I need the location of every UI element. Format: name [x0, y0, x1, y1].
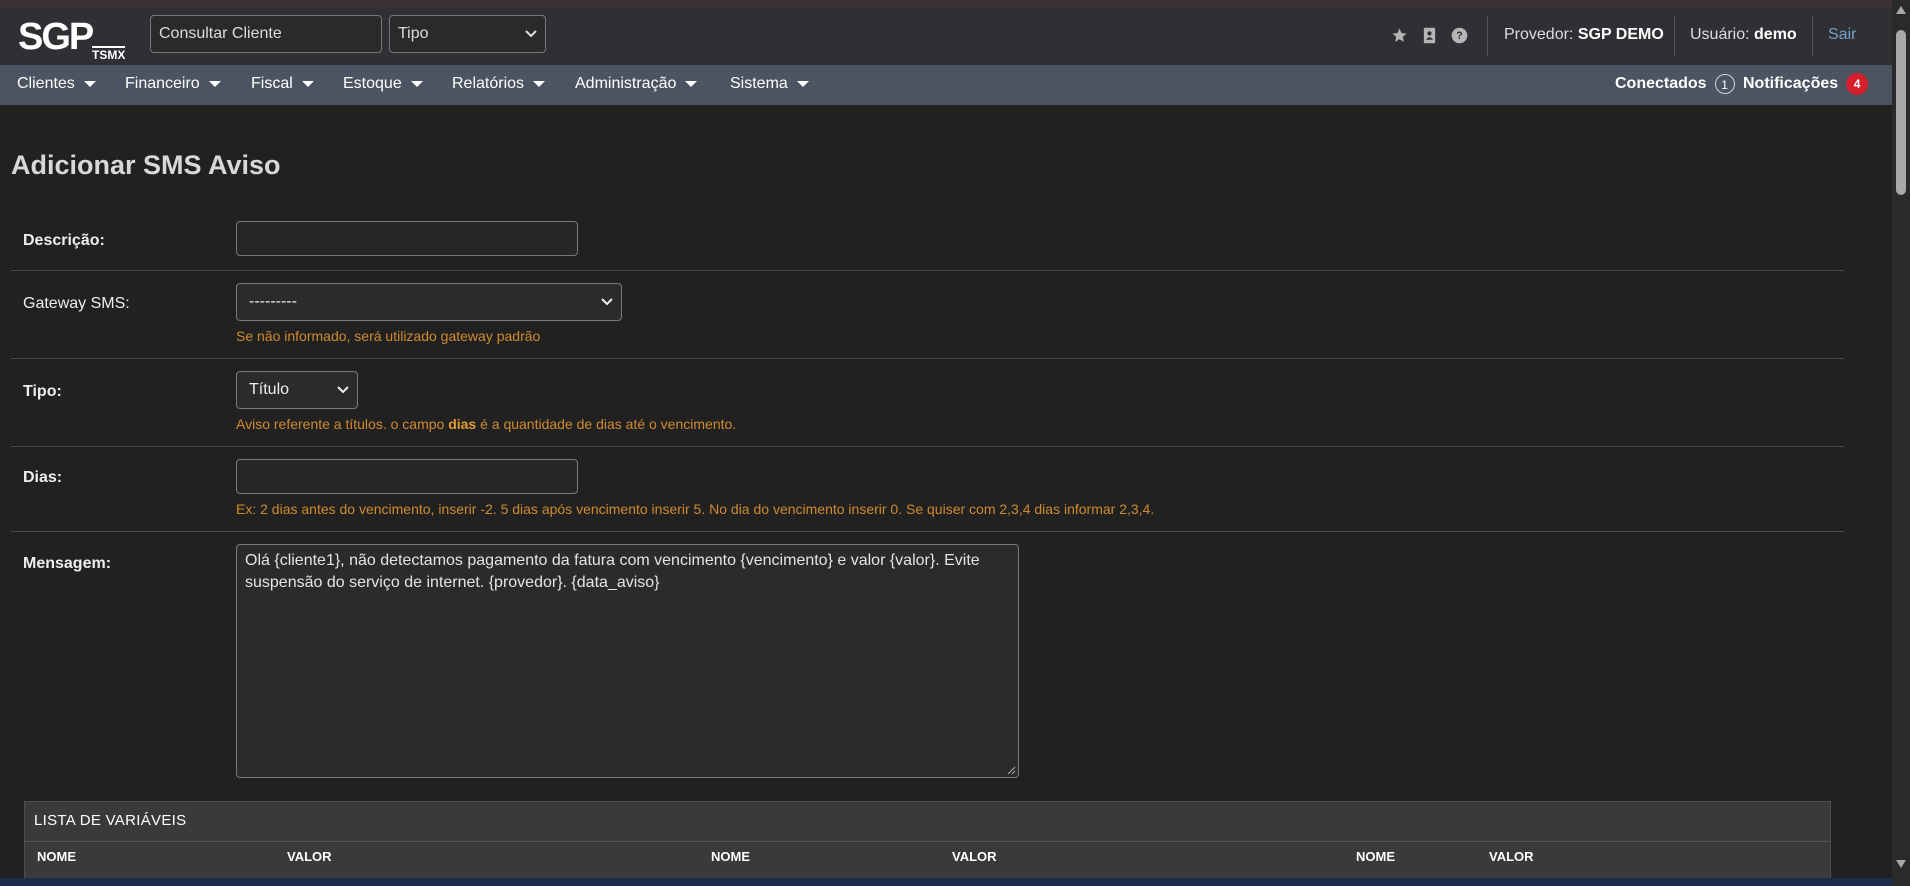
nav-relatorios[interactable]: Relatórios	[452, 65, 546, 105]
column-header-valor: VALOR	[1489, 849, 1534, 864]
scrollbar-thumb[interactable]	[1896, 30, 1906, 195]
chevron-down-icon	[601, 298, 613, 306]
main-navigation: Clientes Financeiro Fiscal Estoque Relat…	[0, 65, 1892, 105]
sgp-logo[interactable]: SGP TSMX	[18, 16, 128, 62]
caret-down-icon	[796, 80, 809, 87]
tipo-help-text: Aviso referente a títulos. o campo dias …	[236, 416, 736, 432]
form-row-descricao: Descrição:	[11, 208, 1844, 271]
page-title: Adicionar SMS Aviso	[11, 150, 281, 180]
connected-users[interactable]: Conectados 1	[1615, 65, 1735, 105]
scroll-up-icon[interactable]	[1896, 6, 1906, 14]
help-icon[interactable]: ?	[1450, 26, 1468, 44]
column-header-valor: VALOR	[952, 849, 997, 864]
tipo-select[interactable]: Título	[236, 371, 358, 409]
window-top-border	[0, 0, 1910, 8]
notifications-count-badge: 4	[1846, 72, 1869, 95]
form-row-tipo: Tipo: Título Aviso referente a títulos. …	[11, 359, 1844, 447]
dias-input[interactable]	[236, 459, 578, 494]
logout-link[interactable]: Sair	[1828, 26, 1856, 44]
gateway-help-text: Se não informado, será utilizado gateway…	[236, 328, 541, 344]
nav-estoque[interactable]: Estoque	[343, 65, 423, 105]
caret-down-icon	[301, 80, 314, 87]
search-type-select[interactable]: Tipo	[389, 15, 546, 53]
chevron-down-icon	[525, 30, 537, 38]
nav-label: Relatórios	[452, 75, 525, 92]
nav-financeiro[interactable]: Financeiro	[125, 65, 221, 105]
nav-label: Administração	[575, 75, 677, 92]
logo-main-text: SGP	[18, 16, 94, 58]
header-divider	[1674, 16, 1675, 56]
taskbar-strip	[0, 878, 1892, 886]
svg-text:?: ?	[1456, 30, 1462, 42]
user-name: demo	[1754, 26, 1797, 43]
tipo-label: Tipo:	[23, 383, 62, 400]
chevron-down-icon	[337, 386, 349, 394]
tipo-help-emphasis: dias	[448, 416, 477, 432]
logo-sub-text: TSMX	[92, 46, 126, 62]
gateway-select[interactable]: ---------	[236, 283, 622, 321]
notifications-label: Notificações	[1743, 75, 1839, 92]
header-shortcuts: ?	[1390, 26, 1468, 44]
column-header-nome: NOME	[1356, 849, 1395, 864]
provider-info: Provedor: SGP DEMO	[1504, 26, 1664, 44]
gateway-label: Gateway SMS:	[23, 295, 130, 312]
header-divider	[1487, 16, 1488, 56]
nav-clientes[interactable]: Clientes	[17, 65, 96, 105]
mensagem-textarea[interactable]: Olá {cliente1}, não detectamos pagamento…	[236, 544, 1019, 778]
mensagem-label: Mensagem:	[23, 555, 112, 572]
tipo-selected-value: Título	[249, 381, 290, 398]
nav-administracao[interactable]: Administração	[575, 65, 698, 105]
star-icon[interactable]	[1390, 26, 1408, 44]
mensagem-text: Olá {cliente1}, não detectamos pagamento…	[245, 552, 980, 591]
nav-label: Fiscal	[251, 75, 293, 92]
nav-sistema[interactable]: Sistema	[730, 65, 809, 105]
caret-down-icon	[533, 80, 546, 87]
notifications[interactable]: Notificações 4	[1743, 65, 1869, 105]
search-type-value: Tipo	[398, 25, 429, 42]
column-header-nome: NOME	[37, 849, 76, 864]
variables-panel-header: LISTA DE VARIÁVEIS	[25, 802, 1830, 842]
caret-down-icon	[208, 80, 221, 87]
page-scrollbar[interactable]	[1892, 0, 1910, 886]
form-row-gateway: Gateway SMS: --------- Se não informado,…	[11, 271, 1844, 359]
variables-panel: LISTA DE VARIÁVEIS NOME VALOR NOME VALOR…	[24, 801, 1831, 886]
client-search-input[interactable]: Consultar Cliente	[150, 15, 382, 53]
descricao-input[interactable]	[236, 221, 578, 256]
form-row-dias: Dias: Ex: 2 dias antes do vencimento, in…	[11, 447, 1844, 532]
caret-down-icon	[83, 80, 96, 87]
caret-down-icon	[685, 80, 698, 87]
scroll-down-icon[interactable]	[1896, 860, 1906, 868]
resize-handle-icon[interactable]	[1007, 766, 1016, 775]
column-header-valor: VALOR	[287, 849, 332, 864]
header-divider	[1812, 16, 1813, 56]
descricao-label: Descrição:	[23, 232, 105, 249]
gateway-selected-value: ---------	[249, 293, 297, 310]
nav-label: Sistema	[730, 75, 788, 92]
column-header-nome: NOME	[711, 849, 750, 864]
user-info: Usuário: demo	[1690, 26, 1797, 44]
provider-label: Provedor:	[1504, 26, 1574, 43]
dias-help-text: Ex: 2 dias antes do vencimento, inserir …	[236, 501, 1155, 517]
nav-fiscal[interactable]: Fiscal	[251, 65, 314, 105]
nav-label: Estoque	[343, 75, 402, 92]
tipo-help-part: Aviso referente a títulos. o campo	[236, 416, 449, 432]
connected-count-badge: 1	[1714, 73, 1735, 94]
tipo-help-part: é a quantidade de dias até o vencimento.	[476, 416, 737, 432]
mensagem-anchor: Olá {cliente1}, não detectamos pagamento…	[11, 544, 1019, 778]
nav-label: Financeiro	[125, 75, 200, 92]
nav-label: Clientes	[17, 75, 75, 92]
provider-name: SGP DEMO	[1577, 26, 1664, 43]
connected-label: Conectados	[1615, 75, 1707, 92]
dias-label: Dias:	[23, 469, 63, 486]
user-label: Usuário:	[1690, 26, 1750, 43]
contact-book-icon[interactable]	[1420, 26, 1438, 44]
caret-down-icon	[410, 80, 423, 87]
variables-panel-title: LISTA DE VARIÁVEIS	[34, 812, 187, 829]
top-header: SGP TSMX Consultar Cliente Tipo ? Proved…	[0, 8, 1892, 65]
